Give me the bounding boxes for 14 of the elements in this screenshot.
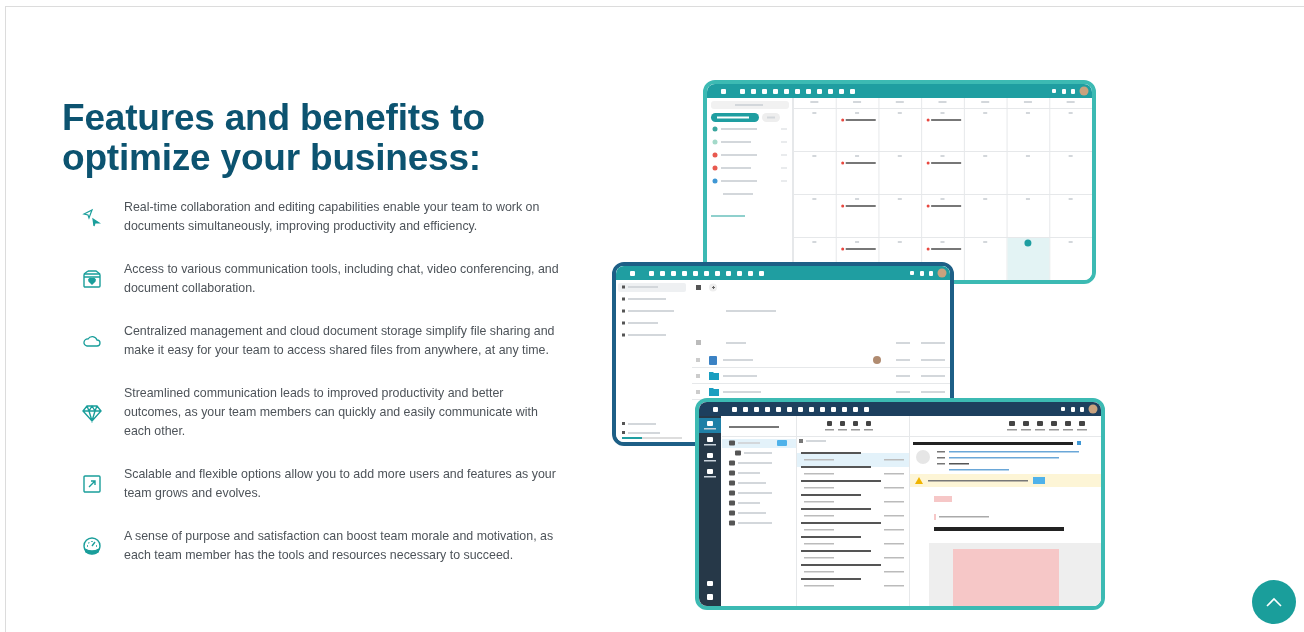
arrow-square-icon [82,474,102,494]
feature-text: Streamlined communication leads to improved productivity and better outcomes, as your team members can quickly and easily communicate with each other. [124,385,539,440]
feature-text: A sense of purpose and satisfaction can boost team morale and motivation, as each team member has the tools and resources necessary to succeed. [124,528,555,564]
send-icon [82,207,102,227]
feature-text: Real-time collaboration and editing capabilities enable your team to work on documents simultaneously, improving productivity and efficiency. [124,199,541,235]
chevron-up-icon [1266,597,1282,607]
diamond-icon [82,402,102,423]
feature-text: Scalable and flexible options allow you to add more users and features as your team grows and evolves. [124,466,557,502]
scroll-top-button[interactable] [1252,580,1296,624]
box-heart-icon [82,269,102,289]
gauge-icon [82,536,102,556]
page-heading: Features and benefits to optimize your business: [62,98,486,178]
feature-text: Access to various communication tools, including chat, video conferencing, and document collaboration. [124,261,560,297]
feature-text: Centralized management and cloud document storage simplify file sharing and make it easy for your team to access shared files from anywhere, at any time. [124,323,556,359]
